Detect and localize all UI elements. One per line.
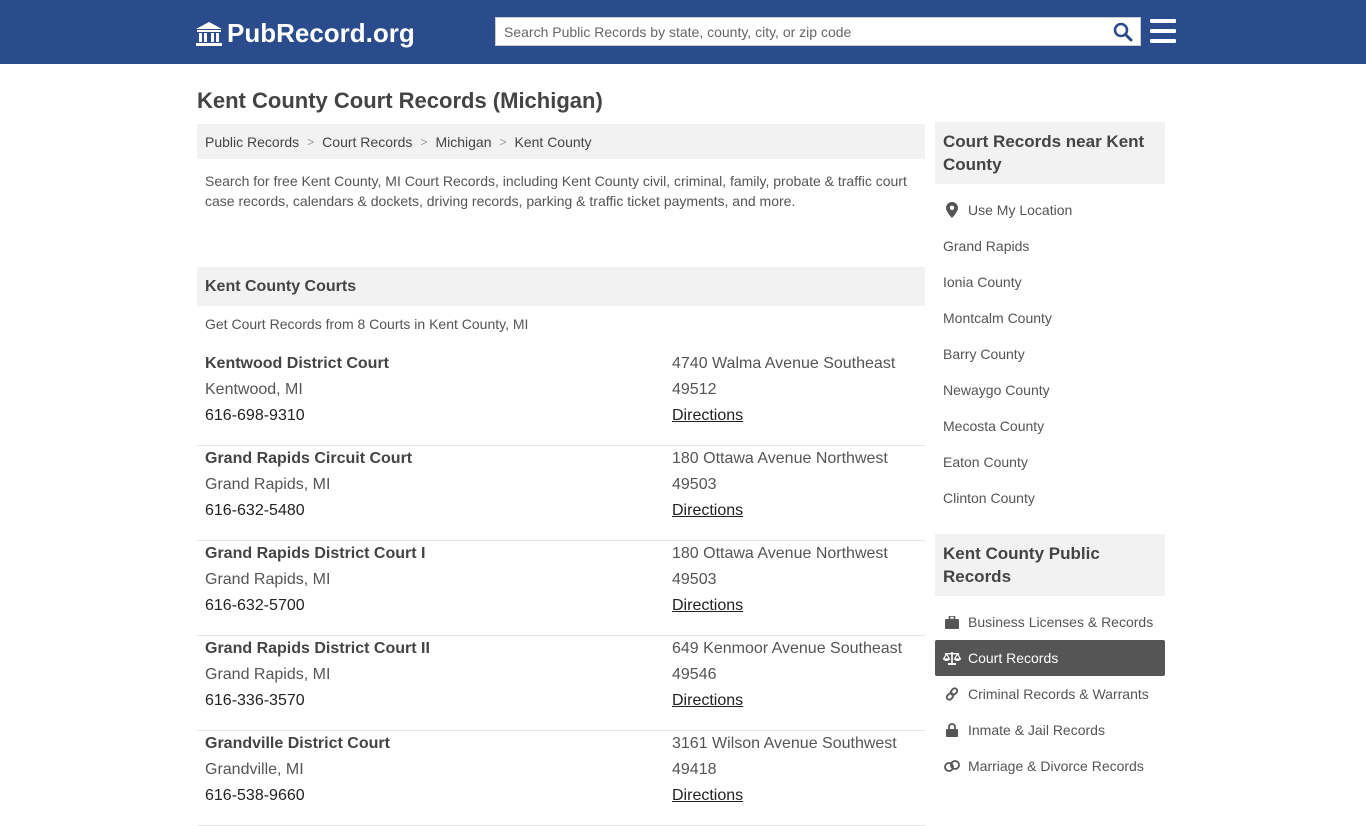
- site-logo[interactable]: PubRecord.org: [195, 18, 415, 49]
- sidebar-item-label: Clinton County: [943, 490, 1035, 506]
- court-name: Grandville District Court: [205, 735, 390, 752]
- court-name: Grand Rapids Circuit Court: [205, 450, 413, 467]
- court-item: Grand Rapids Circuit Court Grand Rapids,…: [197, 446, 925, 541]
- briefcase-icon: [943, 615, 961, 629]
- court-address: 180 Ottawa Avenue Northwest: [672, 450, 888, 467]
- breadcrumb-separator: >: [499, 134, 507, 149]
- sidebar-item-court-records[interactable]: Court Records: [935, 640, 1165, 676]
- lock-icon: [943, 723, 961, 737]
- sidebar-item-label: Inmate & Jail Records: [968, 722, 1105, 738]
- search-icon: [1113, 22, 1133, 41]
- sidebar-heading-nearby: Court Records near Kent County: [935, 122, 1165, 184]
- search-input[interactable]: [496, 18, 1106, 45]
- court-city: Kentwood, MI: [205, 381, 303, 398]
- court-phone[interactable]: 616-632-5700: [205, 593, 672, 619]
- hamburger-menu-icon[interactable]: [1150, 19, 1176, 43]
- courthouse-icon: [196, 21, 222, 46]
- sidebar-item-label: Marriage & Divorce Records: [968, 758, 1144, 774]
- court-phone[interactable]: 616-538-9660: [205, 783, 672, 809]
- court-phone[interactable]: 616-698-9310: [205, 403, 672, 429]
- sidebar-item-label: Montcalm County: [943, 310, 1052, 326]
- court-zip: 49512: [672, 381, 717, 398]
- sidebar-item-ionia-county[interactable]: Ionia County: [935, 264, 1165, 300]
- court-city: Grandville, MI: [205, 761, 304, 778]
- court-address: 4740 Walma Avenue Southeast: [672, 355, 896, 372]
- court-phone[interactable]: 616-336-3570: [205, 688, 672, 714]
- sidebar-item-label: Newaygo County: [943, 382, 1050, 398]
- breadcrumb-public-records[interactable]: Public Records: [205, 134, 299, 150]
- rings-icon: [943, 759, 961, 773]
- sidebar-item-barry-county[interactable]: Barry County: [935, 336, 1165, 372]
- sidebar-item-montcalm-county[interactable]: Montcalm County: [935, 300, 1165, 336]
- breadcrumb-kent-county[interactable]: Kent County: [515, 134, 592, 150]
- breadcrumb: Public Records > Court Records > Michiga…: [197, 124, 925, 159]
- sidebar-item-grand-rapids[interactable]: Grand Rapids: [935, 228, 1165, 264]
- sidebar-item-label: Business Licenses & Records: [968, 614, 1154, 630]
- nearby-list: Use My Location Grand Rapids Ionia Count…: [935, 184, 1165, 516]
- link-icon: [943, 687, 961, 701]
- court-address: 3161 Wilson Avenue Southwest: [672, 735, 897, 752]
- sidebar-item-inmate-records[interactable]: Inmate & Jail Records: [935, 712, 1165, 748]
- section-subtitle: Get Court Records from 8 Courts in Kent …: [205, 316, 529, 332]
- court-name: Kentwood District Court: [205, 355, 389, 372]
- balance-scale-icon: [943, 651, 961, 665]
- main-content: Public Records > Court Records > Michiga…: [197, 124, 925, 826]
- directions-link[interactable]: Directions: [672, 403, 925, 429]
- sidebar-item-label: Court Records: [968, 650, 1059, 666]
- court-item: Grandville District Court Grandville, MI…: [197, 731, 925, 826]
- breadcrumb-michigan[interactable]: Michigan: [435, 134, 491, 150]
- page-title: Kent County Court Records (Michigan): [197, 88, 603, 113]
- court-zip: 49546: [672, 666, 717, 683]
- court-name: Grand Rapids District Court II: [205, 640, 430, 657]
- court-phone[interactable]: 616-632-5480: [205, 498, 672, 524]
- sidebar-item-label: Mecosta County: [943, 418, 1045, 434]
- sidebar-item-newaygo-county[interactable]: Newaygo County: [935, 372, 1165, 408]
- court-item: Grand Rapids District Court II Grand Rap…: [197, 636, 925, 731]
- directions-link[interactable]: Directions: [672, 498, 925, 524]
- court-list: Kentwood District Court Kentwood, MI 616…: [197, 351, 925, 826]
- sidebar-item-business-licenses[interactable]: Business Licenses & Records: [935, 604, 1165, 640]
- search-button[interactable]: [1106, 18, 1140, 45]
- map-marker-icon: [943, 202, 961, 218]
- sidebar-item-label: Use My Location: [968, 202, 1073, 218]
- sidebar: Court Records near Kent County Use My Lo…: [935, 122, 1165, 784]
- breadcrumb-separator: >: [307, 134, 315, 149]
- sidebar-item-marriage-divorce[interactable]: Marriage & Divorce Records: [935, 748, 1165, 784]
- intro-text: Search for free Kent County, MI Court Re…: [205, 173, 907, 209]
- court-city: Grand Rapids, MI: [205, 476, 331, 493]
- sidebar-item-clinton-county[interactable]: Clinton County: [935, 480, 1165, 516]
- directions-link[interactable]: Directions: [672, 593, 925, 619]
- sidebar-item-eaton-county[interactable]: Eaton County: [935, 444, 1165, 480]
- search-bar: [495, 17, 1141, 46]
- court-zip: 49418: [672, 761, 717, 778]
- breadcrumb-court-records[interactable]: Court Records: [322, 134, 412, 150]
- public-records-list: Business Licenses & Records Court Record…: [935, 596, 1165, 784]
- court-address: 180 Ottawa Avenue Northwest: [672, 545, 888, 562]
- sidebar-item-criminal-records[interactable]: Criminal Records & Warrants: [935, 676, 1165, 712]
- court-zip: 49503: [672, 571, 717, 588]
- sidebar-item-label: Criminal Records & Warrants: [968, 686, 1149, 702]
- court-name: Grand Rapids District Court I: [205, 545, 426, 562]
- court-city: Grand Rapids, MI: [205, 666, 331, 683]
- court-address: 649 Kenmoor Avenue Southeast: [672, 640, 903, 657]
- directions-link[interactable]: Directions: [672, 688, 925, 714]
- sidebar-item-label: Ionia County: [943, 274, 1022, 290]
- court-city: Grand Rapids, MI: [205, 571, 331, 588]
- court-zip: 49503: [672, 476, 717, 493]
- sidebar-heading-public-records: Kent County Public Records: [935, 534, 1165, 596]
- sidebar-item-label: Eaton County: [943, 454, 1028, 470]
- directions-link[interactable]: Directions: [672, 783, 925, 809]
- logo-text: PubRecord.org: [227, 18, 415, 48]
- site-header: PubRecord.org: [0, 0, 1366, 64]
- sidebar-item-label: Barry County: [943, 346, 1025, 362]
- court-item: Grand Rapids District Court I Grand Rapi…: [197, 541, 925, 636]
- sidebar-item-use-my-location[interactable]: Use My Location: [935, 192, 1165, 228]
- sidebar-item-label: Grand Rapids: [943, 238, 1030, 254]
- section-heading: Kent County Courts: [197, 267, 925, 306]
- breadcrumb-separator: >: [420, 134, 428, 149]
- court-item: Kentwood District Court Kentwood, MI 616…: [197, 351, 925, 446]
- sidebar-item-mecosta-county[interactable]: Mecosta County: [935, 408, 1165, 444]
